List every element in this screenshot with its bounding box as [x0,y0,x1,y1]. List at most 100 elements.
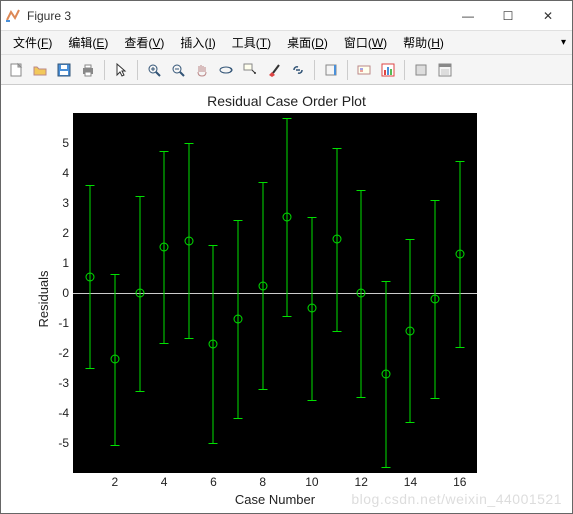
pan-button[interactable] [191,59,213,81]
show-tools-button[interactable] [434,59,456,81]
menu-desktop[interactable]: 桌面(D) [281,32,334,53]
y-tick-label: 3 [1,196,69,210]
chart-title: Residual Case Order Plot [1,93,572,109]
zoom-out-button[interactable] [167,59,189,81]
plot-catalog-button[interactable] [377,59,399,81]
data-point-marker[interactable] [307,304,316,313]
y-tick-label: 5 [1,136,69,150]
errorbar-cap [283,316,292,317]
brush-button[interactable] [263,59,285,81]
datacursor-button[interactable] [239,59,261,81]
maximize-button[interactable]: ☐ [488,2,528,30]
toolbar-separator [104,60,105,80]
y-tick-label: -5 [1,436,69,450]
data-point-marker[interactable] [258,281,267,290]
errorbar-cap [110,445,119,446]
errorbar-cap [406,239,415,240]
toolbar-separator [137,60,138,80]
menu-help[interactable]: 帮助(H) [397,32,450,53]
toolbar-separator [347,60,348,80]
errorbar-cap [332,331,341,332]
errorbar-cap [86,368,95,369]
errorbar-cap [307,217,316,218]
rotate3d-button[interactable] [215,59,237,81]
pointer-button[interactable] [110,59,132,81]
errorbar-cap [209,443,218,444]
print-button[interactable] [77,59,99,81]
zero-line [73,293,477,294]
insert-colorbar-button[interactable] [320,59,342,81]
errorbar-cap [381,281,390,282]
menu-edit[interactable]: 编辑(E) [62,32,114,53]
data-point-marker[interactable] [283,212,292,221]
data-point-marker[interactable] [86,272,95,281]
x-tick-label: 4 [161,475,168,489]
y-tick-label: -3 [1,376,69,390]
menu-file[interactable]: 文件(F) [7,32,58,53]
titlebar[interactable]: Figure 3 — ☐ ✕ [1,1,572,31]
x-axis-label: Case Number [73,492,477,507]
y-tick-label: -1 [1,316,69,330]
menu-view[interactable]: 查看(V) [118,32,170,53]
data-point-marker[interactable] [135,289,144,298]
errorbar-cap [135,391,144,392]
open-button[interactable] [29,59,51,81]
data-point-marker[interactable] [184,236,193,245]
data-point-marker[interactable] [160,242,169,251]
errorbar-cap [135,196,144,197]
errorbar-cap [332,148,341,149]
errorbar-cap [283,118,292,119]
data-point-marker[interactable] [332,235,341,244]
x-tick-label: 6 [210,475,217,489]
hide-tools-button[interactable] [410,59,432,81]
menu-overflow-icon[interactable]: ▾ [561,37,566,48]
save-button[interactable] [53,59,75,81]
toolbar-separator [404,60,405,80]
y-tick-label: 4 [1,166,69,180]
errorbar-cap [258,182,267,183]
x-tick-label: 2 [112,475,119,489]
data-point-marker[interactable] [406,326,415,335]
axes-area[interactable]: Residual Case Order Plot Residuals Case … [1,85,572,513]
errorbar-cap [307,400,316,401]
menu-window[interactable]: 窗口(W) [338,32,393,53]
y-tick-label: -4 [1,406,69,420]
errorbar-cap [381,467,390,468]
errorbar-cap [184,143,193,144]
y-tick-label: -2 [1,346,69,360]
window-controls: — ☐ ✕ [448,2,568,30]
new-figure-button[interactable] [5,59,27,81]
data-point-marker[interactable] [455,250,464,259]
errorbar-cap [184,338,193,339]
toolbar [1,55,572,85]
data-point-marker[interactable] [110,355,119,364]
link-button[interactable] [287,59,309,81]
errorbar-cap [357,397,366,398]
y-tick-label: 0 [1,286,69,300]
errorbar-cap [160,151,169,152]
data-point-marker[interactable] [209,340,218,349]
errorbar-cap [234,418,243,419]
plot-box[interactable] [73,113,477,473]
menu-tools[interactable]: 工具(T) [226,32,277,53]
minimize-button[interactable]: — [448,2,488,30]
data-point-marker[interactable] [234,314,243,323]
menu-insert[interactable]: 插入(I) [174,32,221,53]
data-point-marker[interactable] [357,289,366,298]
errorbar-cap [357,190,366,191]
zoom-in-button[interactable] [143,59,165,81]
errorbar-cap [431,200,440,201]
insert-legend-button[interactable] [353,59,375,81]
errorbar-cap [209,245,218,246]
data-point-marker[interactable] [381,370,390,379]
data-point-marker[interactable] [431,295,440,304]
x-tick-label: 8 [259,475,266,489]
toolbar-separator [314,60,315,80]
figure-window: Figure 3 — ☐ ✕ 文件(F) 编辑(E) 查看(V) 插入(I) 工… [0,0,573,514]
x-tick-label: 12 [355,475,368,489]
errorbar-cap [160,343,169,344]
errorbar-cap [455,161,464,162]
x-tick-label: 16 [453,475,466,489]
errorbar-cap [258,389,267,390]
close-button[interactable]: ✕ [528,2,568,30]
